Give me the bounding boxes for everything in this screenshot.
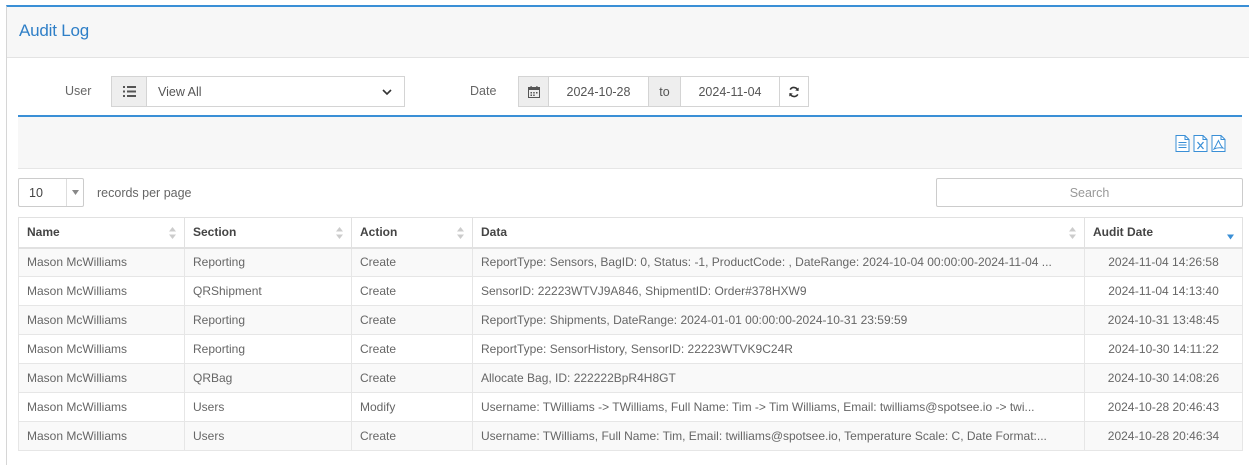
cell-data: SensorID: 22223WTVJ9A846, ShipmentID: Or…: [472, 276, 1085, 306]
cell-section: Users: [184, 421, 352, 451]
cell-audit-date: 2024-10-28 20:46:34: [1084, 421, 1243, 451]
cell-action: Create: [351, 363, 473, 393]
cell-name: Mason McWilliams: [18, 334, 185, 364]
column-header-section[interactable]: Section: [184, 217, 352, 249]
sort-icon: [169, 227, 176, 239]
panel-header: Audit Log: [7, 7, 1249, 58]
cell-name: Mason McWilliams: [18, 421, 185, 451]
table-header-row: Name Section Action Data Audit Date: [18, 217, 1243, 249]
cell-section: Reporting: [184, 247, 352, 277]
date-to-value: 2024-11-04: [698, 84, 762, 99]
cell-section: QRShipment: [184, 276, 352, 306]
cell-action: Create: [351, 305, 473, 335]
csv-export-icon[interactable]: [1175, 135, 1190, 152]
column-header-action[interactable]: Action: [351, 217, 473, 249]
cell-action: Create: [351, 334, 473, 364]
cell-audit-date: 2024-11-04 14:26:58: [1084, 247, 1243, 277]
sort-icon: [457, 227, 464, 239]
cell-data: Username: TWilliams, Full Name: Tim, Ema…: [472, 421, 1085, 451]
cell-name: Mason McWilliams: [18, 363, 185, 393]
list-icon: [111, 76, 147, 107]
cell-data: ReportType: SensorHistory, SensorID: 222…: [472, 334, 1085, 364]
cell-audit-date: 2024-11-04 14:13:40: [1084, 276, 1243, 306]
column-header-audit-date[interactable]: Audit Date: [1084, 217, 1243, 249]
calendar-icon: [518, 76, 549, 107]
cell-name: Mason McWilliams: [18, 276, 185, 306]
records-per-page-label: records per page: [97, 186, 192, 200]
cell-name: Mason McWilliams: [18, 305, 185, 335]
caret-down-icon: [72, 190, 79, 195]
cell-action: Modify: [351, 392, 473, 422]
table-row[interactable]: Mason McWilliams QRBag Create Allocate B…: [18, 363, 1243, 393]
excel-export-icon[interactable]: [1193, 135, 1208, 152]
refresh-button[interactable]: [779, 76, 809, 107]
column-header-label: Section: [193, 225, 237, 240]
table-row[interactable]: Mason McWilliams Reporting Create Report…: [18, 247, 1243, 277]
pdf-export-icon[interactable]: [1211, 135, 1226, 152]
user-select-value: View All: [158, 84, 202, 99]
sort-descending-icon: [1227, 234, 1234, 240]
column-header-label: Action: [360, 225, 398, 240]
column-header-data[interactable]: Data: [472, 217, 1085, 249]
column-header-label: Name: [27, 225, 60, 240]
filter-bar: User View All Date 2024-10-28 to 2024-11…: [0, 75, 1249, 109]
cell-section: Reporting: [184, 334, 352, 364]
page-length-value: 10: [29, 186, 43, 200]
chevron-down-icon: [382, 89, 392, 96]
date-to-input[interactable]: 2024-11-04: [680, 76, 780, 107]
cell-name: Mason McWilliams: [18, 392, 185, 422]
table-row[interactable]: Mason McWilliams Reporting Create Report…: [18, 305, 1243, 335]
cell-data: ReportType: Shipments, DateRange: 2024-0…: [472, 305, 1085, 335]
sort-icon: [336, 227, 343, 239]
page-title: Audit Log: [19, 21, 90, 40]
page-length-select[interactable]: 10: [18, 178, 84, 207]
audit-table: Name Section Action Data Audit Date Maso…: [18, 217, 1243, 451]
date-to-label: to: [659, 84, 670, 99]
table-row[interactable]: Mason McWilliams Users Modify Username: …: [18, 392, 1243, 422]
cell-audit-date: 2024-10-30 14:08:26: [1084, 363, 1243, 393]
cell-section: QRBag: [184, 363, 352, 393]
refresh-icon: [789, 86, 799, 97]
cell-data: Allocate Bag, ID: 222222BpR4H8GT: [472, 363, 1085, 393]
date-range-separator: to: [648, 76, 681, 107]
column-header-label: Audit Date: [1093, 225, 1153, 240]
cell-data: Username: TWilliams -> TWilliams, Full N…: [472, 392, 1085, 422]
cell-audit-date: 2024-10-28 20:46:43: [1084, 392, 1243, 422]
cell-section: Users: [184, 392, 352, 422]
user-filter-label: User: [65, 84, 92, 98]
cell-audit-date: 2024-10-30 14:11:22: [1084, 334, 1243, 364]
cell-action: Create: [351, 276, 473, 306]
column-header-label: Data: [481, 225, 508, 240]
date-from-value: 2024-10-28: [566, 84, 631, 99]
table-row[interactable]: Mason McWilliams QRShipment Create Senso…: [18, 276, 1243, 306]
cell-action: Create: [351, 247, 473, 277]
column-header-name[interactable]: Name: [18, 217, 185, 249]
select-divider: [66, 179, 67, 206]
table-row[interactable]: Mason McWilliams Reporting Create Report…: [18, 334, 1243, 364]
user-select[interactable]: View All: [146, 76, 405, 107]
search-input[interactable]: [936, 178, 1243, 207]
cell-action: Create: [351, 421, 473, 451]
cell-audit-date: 2024-10-31 13:48:45: [1084, 305, 1243, 335]
table-row[interactable]: Mason McWilliams Users Create Username: …: [18, 421, 1243, 451]
date-filter-label: Date: [470, 84, 497, 98]
cell-section: Reporting: [184, 305, 352, 335]
export-toolbar: [18, 117, 1242, 169]
date-from-input[interactable]: 2024-10-28: [548, 76, 649, 107]
cell-data: ReportType: Sensors, BagID: 0, Status: -…: [472, 247, 1085, 277]
sort-icon: [1069, 227, 1076, 239]
cell-name: Mason McWilliams: [18, 247, 185, 277]
